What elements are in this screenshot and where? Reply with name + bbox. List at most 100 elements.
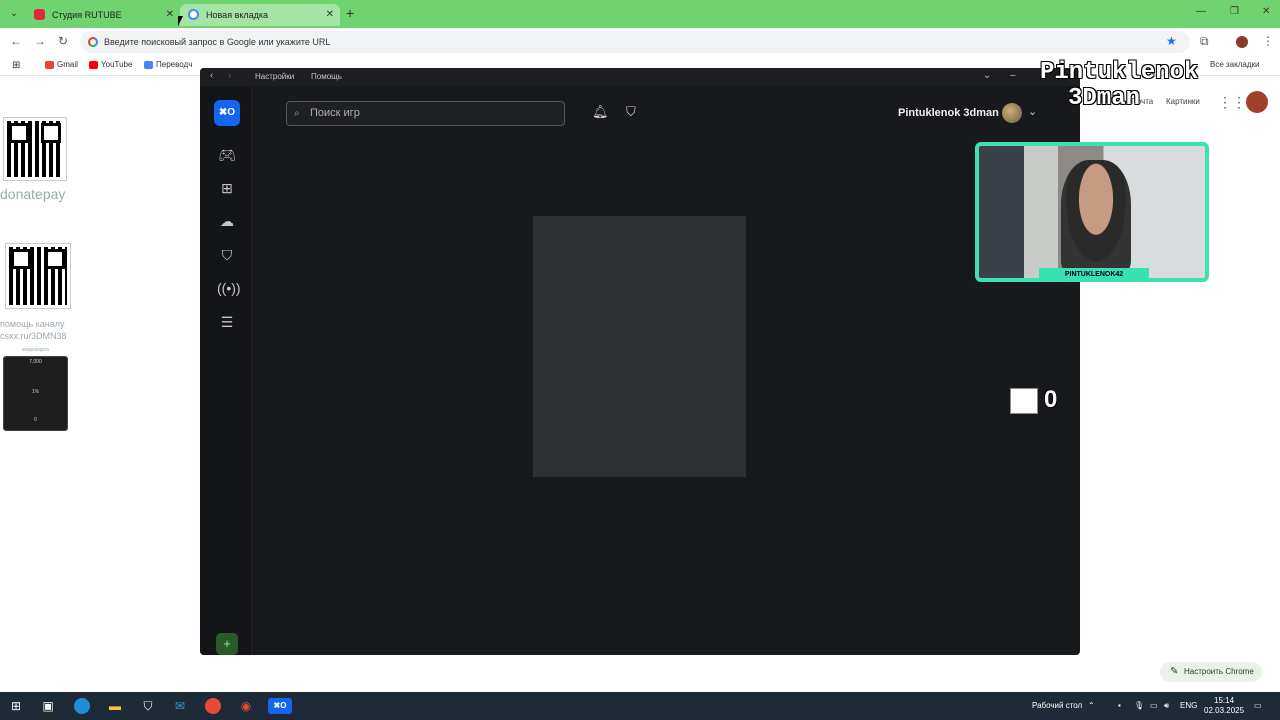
game-search-input[interactable]: ⌕ Поиск игр (286, 101, 565, 126)
vk-play-taskbar-icon[interactable]: ✖О (268, 698, 292, 714)
tab-rutube-studio[interactable]: Студия RUTUBE ✕ (26, 4, 180, 26)
help-link[interactable]: Помощь (311, 72, 342, 81)
tab-new-tab[interactable]: Новая вкладка ✕ (180, 4, 340, 26)
customize-chrome-button[interactable]: ✎ Настроить Chrome (1160, 662, 1262, 682)
bookmark-youtube[interactable]: YouTube (89, 60, 132, 69)
app-minimize-icon[interactable]: – (1010, 70, 1016, 81)
new-tab-plus-icon[interactable]: + (346, 5, 354, 21)
goal-widget: видеокарта 7,000 1% 0 (3, 347, 68, 431)
streamer-webcam-image (1061, 160, 1131, 272)
minimize-icon[interactable]: — (1196, 6, 1206, 17)
network-icon[interactable]: ▭ (1150, 701, 1158, 710)
close-tab-icon[interactable]: ✕ (166, 4, 174, 26)
file-explorer-icon[interactable]: ▬ (107, 698, 123, 714)
mouse-cursor-icon (178, 16, 188, 26)
library-stack-icon[interactable]: ☰ (217, 312, 237, 332)
reload-icon[interactable]: ↻ (58, 34, 68, 48)
profile-avatar[interactable] (1002, 103, 1022, 123)
donate-qr-code (3, 117, 67, 181)
loading-placeholder (533, 216, 746, 477)
pencil-icon: ✎ (1170, 666, 1179, 677)
store-icon[interactable]: ⛉ (140, 698, 156, 714)
language-indicator[interactable]: ENG (1180, 701, 1197, 710)
help-channel-text: помощь каналу csxx.ru/3DMN38 (0, 319, 67, 341)
webcam-overlay: PINTUKLENOK42 (975, 142, 1209, 282)
donate-label: donatepay (0, 186, 66, 202)
address-placeholder: Введите поисковый запрос в Google или ук… (104, 37, 331, 47)
vk-play-window: ‹ › Настройки Помощь ⌄ – ✖О 🎮︎ ⊞ ☁ ⛉ ((•… (200, 68, 1080, 655)
cloud-icon[interactable]: ☁ (217, 211, 237, 231)
notifications-icon[interactable]: ▭ (1254, 701, 1262, 710)
rutube-favicon-icon (34, 9, 45, 20)
app-back-icon[interactable]: ‹ (210, 70, 213, 81)
tray-app-icon[interactable]: ▪ (1118, 701, 1121, 710)
tab-label: Новая вкладка (206, 10, 269, 20)
search-icon: ⌕ (294, 108, 300, 119)
extensions-icon[interactable]: ⧉ (1200, 34, 1209, 49)
chrome-menu-icon[interactable]: ⋮ (1262, 34, 1274, 48)
broken-image-icon (1010, 388, 1038, 414)
goal-current: 0 (34, 417, 37, 423)
customize-label: Настроить Chrome (1184, 667, 1254, 676)
chrome-icon[interactable] (205, 698, 221, 714)
brand-line2: 3Dman (1068, 85, 1141, 112)
goal-target: 7,000 (29, 359, 42, 365)
profile-username[interactable]: Pintuklenok 3dman (898, 107, 999, 119)
restore-icon[interactable]: ❐ (1230, 6, 1239, 17)
app-forward-icon[interactable]: › (228, 70, 231, 81)
tab-label: Студия RUTUBE (52, 10, 122, 20)
close-tab-icon[interactable]: ✕ (326, 4, 334, 26)
search-placeholder: Поиск игр (310, 107, 360, 119)
bookmark-label: Gmail (57, 60, 78, 69)
app-sidebar: ✖О 🎮︎ ⊞ ☁ ⛉ ((•)) ☰ + (200, 86, 252, 655)
back-arrow-icon[interactable]: ← (10, 34, 22, 48)
apps-grid-icon[interactable]: ⊞ (12, 60, 20, 71)
stream-brand-logo: Pintuklenok 3Dman (1040, 60, 1198, 112)
recording-app-icon[interactable]: ◉ (238, 698, 254, 714)
profile-avatar[interactable] (1236, 36, 1248, 48)
google-account-avatar[interactable] (1246, 91, 1268, 113)
live-stream-icon[interactable]: ((•)) (217, 278, 241, 298)
task-view-icon[interactable]: ▣ (40, 698, 56, 714)
mail-icon[interactable]: ✉ (172, 698, 188, 714)
microphone-icon[interactable]: 🎙︎ (1134, 701, 1144, 710)
catalog-grid-icon[interactable]: ⊞ (217, 178, 237, 198)
bookmark-star-icon[interactable]: ★ (1166, 34, 1177, 48)
settings-link[interactable]: Настройки (255, 72, 294, 81)
volume-icon[interactable]: 🔊︎ (1164, 701, 1169, 711)
start-windows-icon[interactable]: ⊞ (8, 698, 24, 714)
bookmarks-icon[interactable]: ⛉ (626, 104, 636, 120)
chevron-down-icon[interactable]: ⌄ (1028, 105, 1037, 118)
close-window-icon[interactable]: ✕ (1262, 6, 1270, 17)
bookmark-label: Переводч (156, 60, 193, 69)
webcam-name-tag: PINTUKLENOK42 (1039, 268, 1149, 282)
viewer-counter: 0 (1044, 386, 1058, 413)
edge-icon[interactable] (74, 698, 90, 714)
tab-strip: ⌄ Студия RUTUBE ✕ Новая вкладка ✕ + — ❐ … (0, 0, 1280, 28)
vk-play-logo[interactable]: ✖О (214, 100, 240, 126)
clock[interactable]: 15:14 02.03.2025 (1204, 696, 1244, 716)
all-bookmarks[interactable]: Все закладки (1210, 60, 1259, 69)
tab-search-icon[interactable]: ⌄ (6, 6, 22, 22)
app-titlebar: ‹ › Настройки Помощь ⌄ – (200, 68, 1080, 86)
desktop-label[interactable]: Рабочий стол (1032, 701, 1082, 710)
address-bar[interactable]: Введите поисковый запрос в Google или ук… (80, 31, 1190, 53)
brand-line1: Pintuklenok (1040, 59, 1199, 86)
browser-toolbar: ← → ↻ Введите поисковый запрос в Google … (0, 28, 1280, 56)
bookmark-gmail[interactable]: Gmail (45, 60, 78, 69)
help-qr-code (5, 243, 71, 309)
clock-date: 02.03.2025 (1204, 706, 1245, 715)
bookmark-label: YouTube (101, 60, 133, 69)
tray-expand-icon[interactable]: ⌃ (1088, 701, 1095, 710)
forward-arrow-icon[interactable]: → (34, 34, 46, 48)
chrome-favicon-icon (188, 9, 199, 20)
google-apps-icon[interactable]: ⋮⋮ (1218, 94, 1246, 111)
store-bag-icon[interactable]: ⛉ (217, 245, 237, 265)
games-gamepad-icon[interactable]: 🎮︎ (217, 145, 237, 165)
goal-percent: 1% (31, 389, 40, 395)
google-icon (88, 37, 98, 47)
add-game-icon[interactable]: + (216, 633, 238, 655)
notifications-bell-icon[interactable]: 🔔︎ (592, 104, 609, 120)
bookmark-translate[interactable]: Переводч (144, 60, 192, 69)
app-dropdown-icon[interactable]: ⌄ (983, 70, 991, 81)
